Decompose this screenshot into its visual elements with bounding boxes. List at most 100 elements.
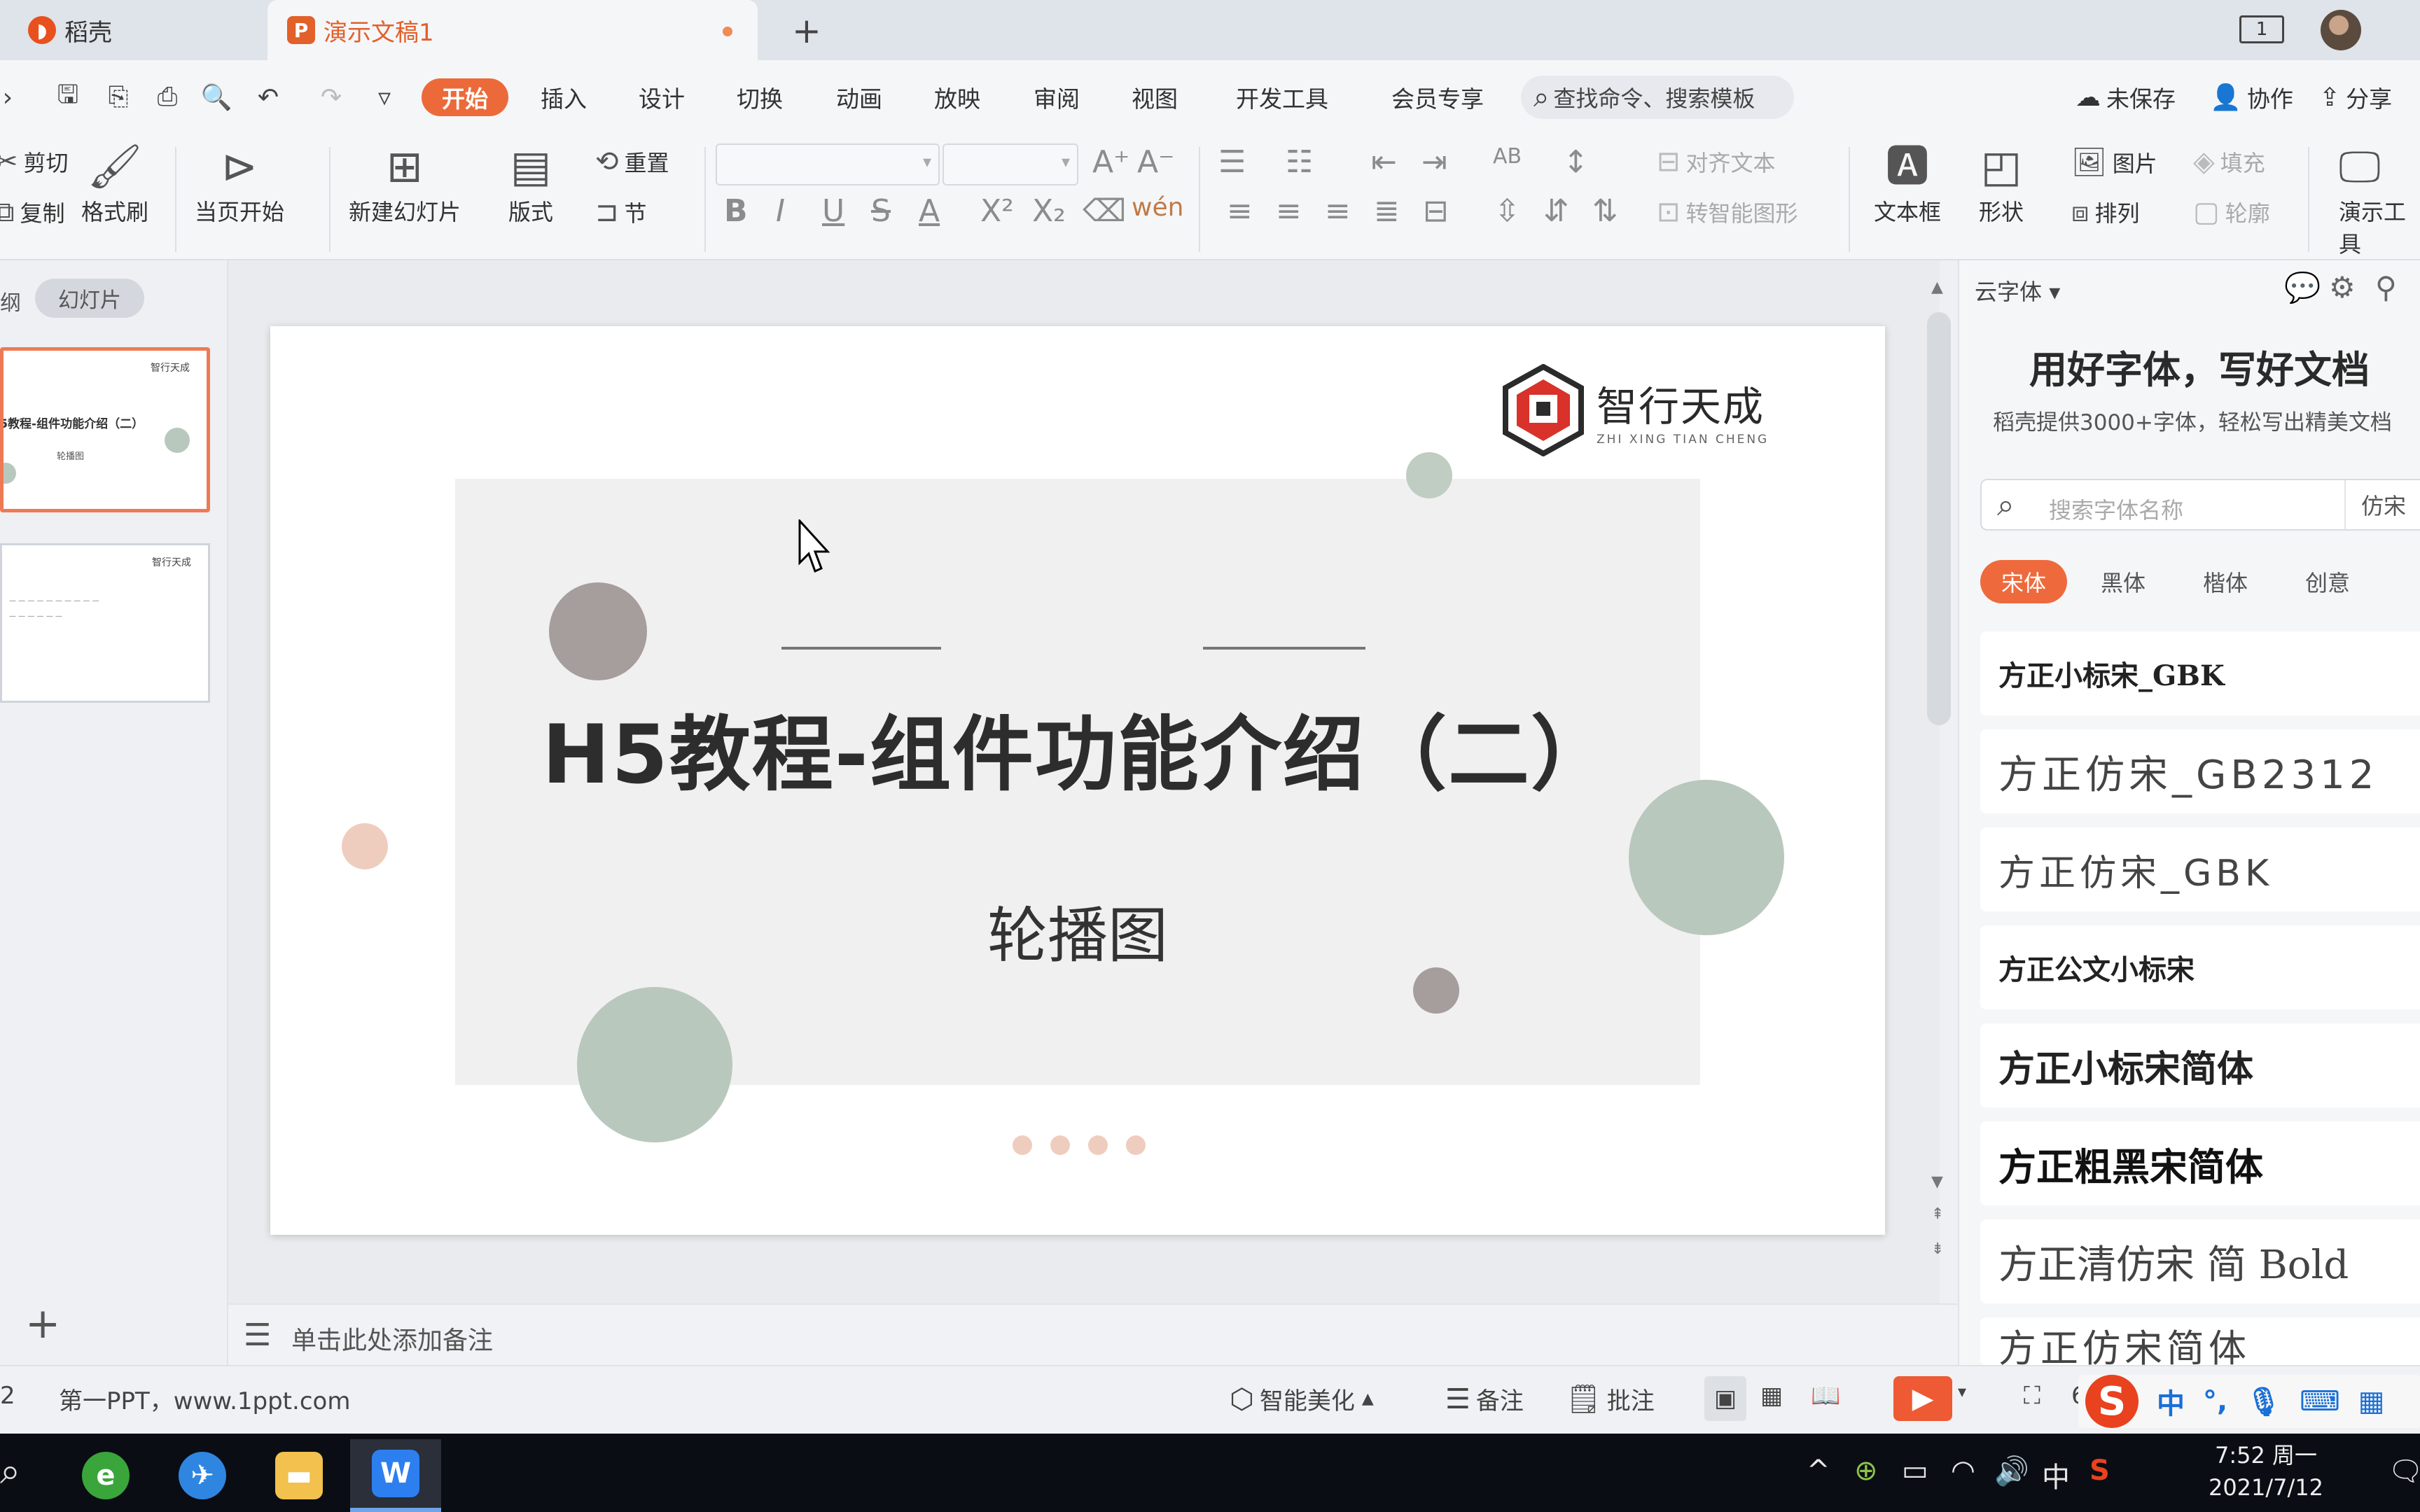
- superscript-icon[interactable]: X²: [980, 193, 1014, 229]
- sort-icon[interactable]: ↕: [1563, 144, 1589, 180]
- tray-security-icon[interactable]: ⊕: [1854, 1455, 1878, 1487]
- play-options-chevron-icon[interactable]: ▾: [1958, 1382, 1966, 1401]
- tab-document[interactable]: P 演示文稿1: [267, 0, 758, 60]
- paragraph-spacing-icon[interactable]: ⇵: [1543, 193, 1569, 229]
- comments-button[interactable]: 🗒 批注: [1566, 1382, 1655, 1416]
- justify-icon[interactable]: ≣: [1374, 193, 1400, 229]
- unsaved-status-button[interactable]: ☁ 未保存: [2075, 80, 2176, 115]
- taskbar-app-explorer[interactable]: ▬: [253, 1439, 345, 1512]
- slides-view-tab[interactable]: 幻灯片: [35, 279, 144, 318]
- reading-view-icon[interactable]: 📖: [1811, 1382, 1840, 1410]
- menu-start[interactable]: 开始: [422, 78, 508, 116]
- taskbar-app-wps[interactable]: W: [350, 1439, 441, 1512]
- normal-view-icon[interactable]: ▣: [1704, 1376, 1746, 1421]
- subscript-icon[interactable]: X₂: [1032, 193, 1066, 229]
- slide-thumbnail-1[interactable]: 智行天成 H5教程-组件功能介绍（二） 轮播图: [0, 347, 210, 512]
- system-clock[interactable]: 7:52 周一 2021/7/12: [2189, 1439, 2343, 1504]
- print-preview-icon[interactable]: 🔍: [199, 80, 234, 115]
- format-painter-button[interactable]: 🖌 格式刷: [81, 139, 148, 227]
- menu-insert[interactable]: 插入: [532, 78, 595, 116]
- tray-language[interactable]: 中: [2042, 1455, 2070, 1495]
- command-search-box[interactable]: ⌕ 查找命令、搜索模板: [1521, 76, 1794, 119]
- font-item[interactable]: 方正小标宋简体: [1980, 1023, 2420, 1107]
- next-slide-icon[interactable]: ⇟: [1931, 1240, 1944, 1258]
- ime-language[interactable]: 中: [2157, 1381, 2185, 1422]
- phonetic-icon[interactable]: wén: [1132, 193, 1183, 222]
- pin-icon[interactable]: ⚲: [2375, 270, 2397, 304]
- expand-chevron-icon[interactable]: ›: [0, 80, 25, 115]
- menu-design[interactable]: 设计: [630, 78, 693, 116]
- text-direction-icon[interactable]: AB: [1493, 144, 1522, 169]
- vertical-scrollbar-thumb[interactable]: [1927, 312, 1951, 725]
- new-tab-button[interactable]: +: [786, 10, 828, 52]
- customize-quick-access-icon[interactable]: ▿: [367, 80, 402, 115]
- font-item[interactable]: 方正粗黑宋简体: [1980, 1121, 2420, 1205]
- textbox-button[interactable]: 🅰 文本框: [1874, 139, 1941, 227]
- numbered-list-icon[interactable]: ☷: [1286, 144, 1313, 180]
- underline-icon[interactable]: U: [822, 193, 844, 229]
- slide-subtitle[interactable]: 轮播图: [270, 886, 1885, 974]
- menu-developer[interactable]: 开发工具: [1227, 78, 1337, 116]
- font-search-suggestion[interactable]: 仿宋: [2344, 480, 2406, 529]
- font-item[interactable]: 方正小标宋_GBK: [1980, 631, 2420, 715]
- font-item[interactable]: 方正仿宋简体: [1980, 1317, 2420, 1365]
- bullet-list-icon[interactable]: ☰: [1218, 144, 1246, 180]
- undo-icon[interactable]: ↶: [251, 80, 286, 115]
- chat-icon[interactable]: 💬: [2284, 270, 2321, 305]
- scroll-up-icon[interactable]: ▲: [1931, 279, 1943, 296]
- layout-button[interactable]: ▤ 版式: [508, 139, 553, 227]
- format-copy-icon[interactable]: ⎘: [101, 80, 136, 115]
- notification-icon[interactable]: 🗨: [2388, 1455, 2420, 1488]
- align-left-icon[interactable]: ≡: [1227, 193, 1253, 229]
- font-item[interactable]: 方正公文小标宋: [1980, 925, 2420, 1009]
- bold-icon[interactable]: B: [724, 193, 748, 229]
- align-text-button[interactable]: ⊟ 对齐文本: [1657, 146, 1776, 178]
- volume-icon[interactable]: 🔊: [1994, 1455, 2029, 1488]
- ime-menu-icon[interactable]: ▦: [2358, 1385, 2385, 1418]
- font-size-select[interactable]: [943, 144, 1078, 186]
- decrease-indent-icon[interactable]: ⇤: [1371, 144, 1397, 180]
- user-avatar[interactable]: [2321, 10, 2361, 50]
- fit-window-icon[interactable]: ⛶: [2024, 1382, 2040, 1410]
- notes-toggle-button[interactable]: ☰ 备注: [1445, 1382, 1524, 1416]
- tab-daoke[interactable]: ◗ 稻壳: [28, 0, 259, 60]
- collaborate-button[interactable]: 👤 协作: [2210, 80, 2293, 115]
- ime-punctuation[interactable]: °,: [2203, 1385, 2227, 1418]
- font-tab-creative[interactable]: 创意: [2284, 560, 2371, 603]
- menu-slideshow[interactable]: 放映: [926, 78, 989, 116]
- font-item[interactable]: 方正仿宋_GB2312: [1980, 729, 2420, 813]
- cut-button[interactable]: ✂ 剪切: [0, 146, 69, 178]
- font-tab-songti[interactable]: 宋体: [1980, 560, 2067, 603]
- distribute-icon[interactable]: ⊟: [1423, 193, 1449, 229]
- column-spacing-icon[interactable]: ⇅: [1592, 193, 1618, 229]
- taskbar-app-browser[interactable]: e: [60, 1439, 151, 1512]
- slide-canvas[interactable]: H5教程-组件功能介绍（二） 轮播图 智行天成 ZHI XING TIAN CH…: [270, 326, 1885, 1235]
- outline-button[interactable]: ▢ 轮廓: [2193, 196, 2270, 228]
- tray-expand-icon[interactable]: ^: [1807, 1455, 1830, 1487]
- save-icon[interactable]: 🖫: [50, 80, 85, 115]
- menu-member[interactable]: 会员专享: [1382, 78, 1493, 116]
- menu-view[interactable]: 视图: [1123, 78, 1186, 116]
- font-color-icon[interactable]: A: [919, 193, 940, 229]
- font-search-input[interactable]: ⌕ 搜索字体名称 仿宋: [1980, 479, 2420, 531]
- font-item[interactable]: 方正清仿宋 简 Bold: [1980, 1219, 2420, 1303]
- shape-button[interactable]: ◰ 形状: [1979, 139, 2024, 227]
- grid-view-icon[interactable]: ▦: [1760, 1382, 1783, 1410]
- slide-title[interactable]: H5教程-组件功能介绍（二）: [270, 689, 1885, 806]
- font-shrink-icon[interactable]: A⁻: [1137, 144, 1174, 180]
- strikethrough-icon[interactable]: S: [871, 193, 891, 229]
- panel-title-dropdown[interactable]: 云字体 ▾: [1975, 274, 2060, 307]
- picture-button[interactable]: 🖼 图片: [2071, 146, 2157, 178]
- line-spacing-icon[interactable]: ⇳: [1494, 193, 1520, 229]
- notes-bar[interactable]: ☰ 单击此处添加备注: [228, 1303, 1958, 1365]
- slide-thumbnail-2[interactable]: 智行天成 — — — — — — — — — — — — — — — —: [0, 543, 210, 703]
- share-button[interactable]: ⇪ 分享: [2319, 80, 2392, 115]
- font-family-select[interactable]: [716, 144, 940, 186]
- scroll-down-icon[interactable]: ▼: [1931, 1173, 1943, 1191]
- wifi-icon[interactable]: ◠: [1951, 1455, 1975, 1487]
- font-item[interactable]: 方正仿宋_GBK: [1980, 827, 2420, 911]
- window-count-button[interactable]: 1: [2239, 15, 2284, 43]
- microphone-icon[interactable]: 🎙: [2246, 1385, 2281, 1418]
- eraser-icon[interactable]: ⌫: [1083, 193, 1126, 229]
- menu-transition[interactable]: 切换: [728, 78, 791, 116]
